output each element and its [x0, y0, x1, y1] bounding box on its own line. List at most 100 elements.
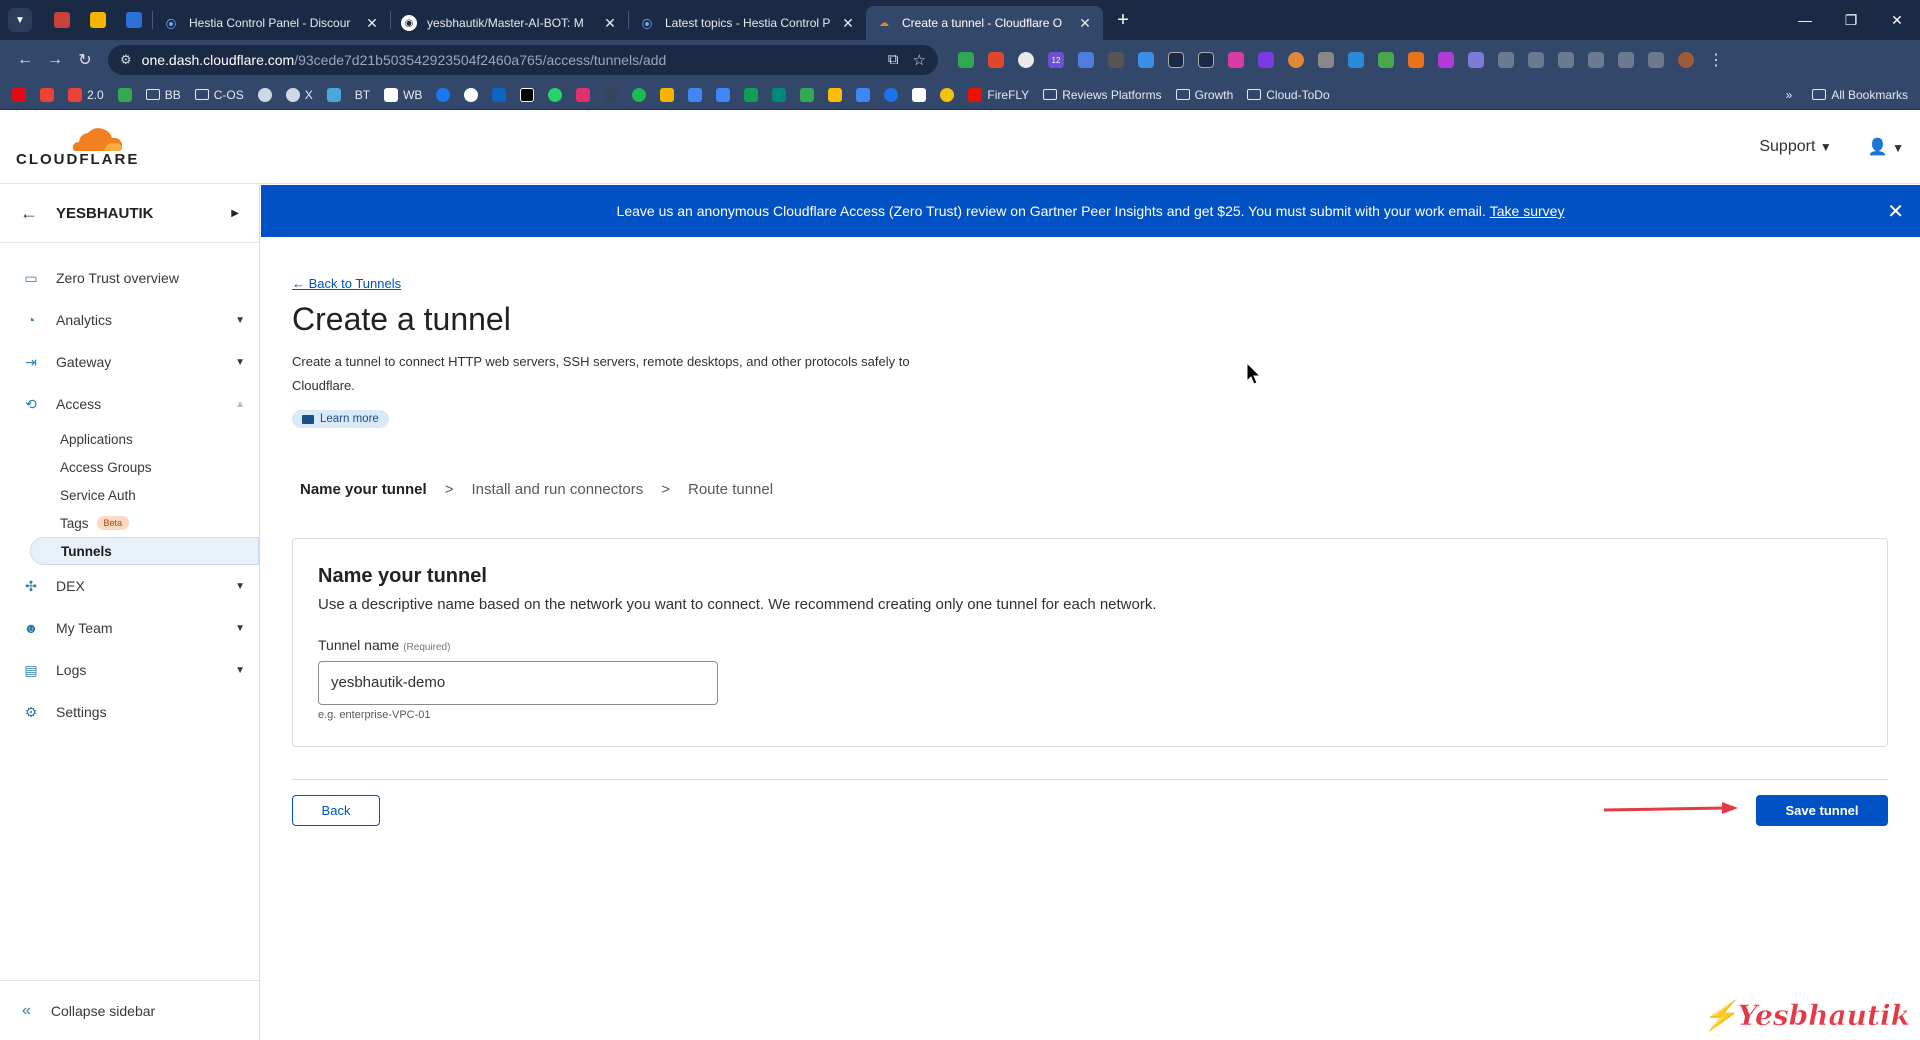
bookmark-instagram[interactable]: [576, 87, 591, 102]
account-switcher[interactable]: ← YESBHAUTIK ▶: [0, 185, 259, 243]
bookmark-star-icon[interactable]: ☆: [913, 51, 926, 69]
collapse-sidebar-button[interactable]: « Collapse sidebar: [0, 980, 259, 1040]
bookmark-item[interactable]: [660, 87, 675, 102]
extension-icon[interactable]: [1468, 52, 1484, 68]
sidebar-item-zero-trust-overview[interactable]: ▭ Zero Trust overview: [0, 257, 259, 299]
address-bar[interactable]: ⚙ one.dash.cloudflare.com/93cede7d21b503…: [108, 45, 938, 75]
extension-icon[interactable]: [1378, 52, 1394, 68]
sidebar-item-gateway[interactable]: ⇥ Gateway ▼: [0, 341, 259, 383]
bookmark-item[interactable]: [828, 87, 843, 102]
bookmark-facebook[interactable]: [436, 87, 451, 102]
sidebar-item-my-team[interactable]: ☻ My Team ▼: [0, 607, 259, 649]
translate-icon[interactable]: [1078, 52, 1094, 68]
bookmark-spotify[interactable]: [632, 87, 647, 102]
support-menu[interactable]: Support ▼: [1759, 138, 1831, 156]
site-info-icon[interactable]: ⚙: [120, 52, 132, 68]
browser-tab[interactable]: ◉ yesbhautik/Master-AI-BOT: M ✕: [391, 6, 628, 40]
bookmark-amazon[interactable]: [912, 87, 927, 102]
save-tunnel-button[interactable]: Save tunnel: [1756, 794, 1888, 826]
bookmark-item[interactable]: [940, 87, 955, 102]
extensions-puzzle-icon[interactable]: [1588, 52, 1604, 68]
metamask-icon[interactable]: [1408, 52, 1424, 68]
pinned-tab[interactable]: [116, 4, 152, 36]
pinned-tab[interactable]: [44, 4, 80, 36]
bookmark-maps[interactable]: [800, 87, 815, 102]
bookmark-item[interactable]: [257, 87, 272, 102]
bookmark-item[interactable]: WB: [384, 87, 422, 102]
extension-icon[interactable]: [1258, 52, 1274, 68]
extension-icon[interactable]: [1108, 52, 1124, 68]
download-icon[interactable]: [1138, 52, 1154, 68]
close-tab-icon[interactable]: ✕: [840, 15, 856, 32]
restore-icon[interactable]: ❐: [1828, 0, 1874, 40]
bookmark-meet[interactable]: [772, 87, 787, 102]
bookmark-drive[interactable]: [117, 87, 132, 102]
minimize-icon[interactable]: —: [1782, 0, 1828, 40]
bookmark-translate[interactable]: [856, 87, 871, 102]
bookmark-x[interactable]: [520, 87, 535, 102]
new-tab-button[interactable]: +: [1109, 9, 1137, 32]
cloudflare-logo[interactable]: CLOUDFLARE: [16, 125, 139, 168]
extension-badge-icon[interactable]: 12: [1048, 52, 1064, 68]
extension-icon[interactable]: [1168, 52, 1184, 68]
tab-search-button[interactable]: ▼: [8, 8, 32, 32]
sidebar-item-logs[interactable]: ▤ Logs ▼: [0, 649, 259, 691]
extension-icon[interactable]: [988, 52, 1004, 68]
bookmark-tumblr[interactable]: [604, 87, 619, 102]
bookmark-item[interactable]: [884, 87, 899, 102]
bookmark-item[interactable]: [326, 87, 341, 102]
labs-icon[interactable]: [1618, 52, 1634, 68]
side-panel-icon[interactable]: [1648, 52, 1664, 68]
browser-tab-active[interactable]: ☁ Create a tunnel - Cloudflare O ✕: [866, 6, 1103, 40]
close-tab-icon[interactable]: ✕: [602, 15, 618, 32]
extension-icon[interactable]: [1318, 52, 1334, 68]
profile-avatar-icon[interactable]: [1678, 52, 1694, 68]
back-to-tunnels-link[interactable]: ← Back to Tunnels: [292, 276, 1888, 291]
browser-tab[interactable]: ⦿ Latest topics - Hestia Control P ✕: [629, 6, 866, 40]
bookmark-folder[interactable]: BB: [145, 88, 181, 102]
reload-icon[interactable]: ↻: [70, 45, 100, 75]
close-icon[interactable]: ✕: [1887, 199, 1904, 224]
extension-icon[interactable]: [1438, 52, 1454, 68]
browser-menu-icon[interactable]: ⋮: [1708, 45, 1724, 75]
bookmark-folder[interactable]: Reviews Platforms: [1043, 88, 1162, 102]
sidebar-subitem-tunnels[interactable]: Tunnels: [30, 537, 259, 565]
bookmark-firefly[interactable]: FireFLY: [968, 87, 1029, 102]
bookmark-netflix[interactable]: [12, 87, 26, 102]
bookmark-gmail[interactable]: [40, 87, 54, 102]
extension-icon[interactable]: [1198, 52, 1214, 68]
extension-icon[interactable]: [1018, 52, 1034, 68]
bookmark-item[interactable]: BT: [355, 88, 370, 102]
install-app-icon[interactable]: ⧉: [888, 51, 899, 69]
sidebar-subitem-service-auth[interactable]: Service Auth: [60, 481, 259, 509]
extension-icon[interactable]: [1348, 52, 1364, 68]
close-window-icon[interactable]: ✕: [1874, 0, 1920, 40]
more-bookmarks-icon[interactable]: »: [1786, 88, 1793, 102]
sidebar-item-dex[interactable]: ✣ DEX ▼: [0, 565, 259, 607]
bookmark-folder[interactable]: C-OS: [194, 88, 244, 102]
sidebar-item-access[interactable]: ⟲ Access ▲: [0, 383, 259, 425]
tunnel-name-input[interactable]: [318, 660, 718, 705]
extension-icon[interactable]: [1228, 52, 1244, 68]
learn-more-button[interactable]: Learn more: [292, 410, 389, 428]
back-arrow-icon[interactable]: ←: [20, 203, 38, 224]
bookmark-item[interactable]: X: [285, 87, 313, 102]
forward-arrow-icon[interactable]: →: [40, 45, 70, 75]
sidebar-subitem-tags[interactable]: Tags Beta: [60, 509, 259, 537]
browser-tab[interactable]: ⦿ Hestia Control Panel - Discour ✕: [153, 6, 390, 40]
bookmark-folder[interactable]: Cloud-ToDo: [1247, 88, 1330, 102]
take-survey-link[interactable]: Take survey: [1490, 203, 1565, 219]
user-menu[interactable]: 👤 ▼: [1868, 137, 1904, 157]
bookmark-docs[interactable]: [716, 87, 731, 102]
back-button[interactable]: Back: [292, 794, 380, 826]
back-arrow-icon[interactable]: ←: [10, 45, 40, 75]
extension-icon[interactable]: [1528, 52, 1544, 68]
all-bookmarks-folder[interactable]: All Bookmarks: [1812, 88, 1908, 102]
extension-icon[interactable]: [1288, 52, 1304, 68]
sidebar-item-analytics[interactable]: ◔ Analytics ▼: [0, 299, 259, 341]
bookmark-linkedin[interactable]: [492, 87, 507, 102]
close-tab-icon[interactable]: ✕: [1077, 15, 1093, 32]
bookmark-folder[interactable]: Growth: [1175, 88, 1233, 102]
extension-icon[interactable]: [1558, 52, 1574, 68]
extension-icon[interactable]: [1498, 52, 1514, 68]
